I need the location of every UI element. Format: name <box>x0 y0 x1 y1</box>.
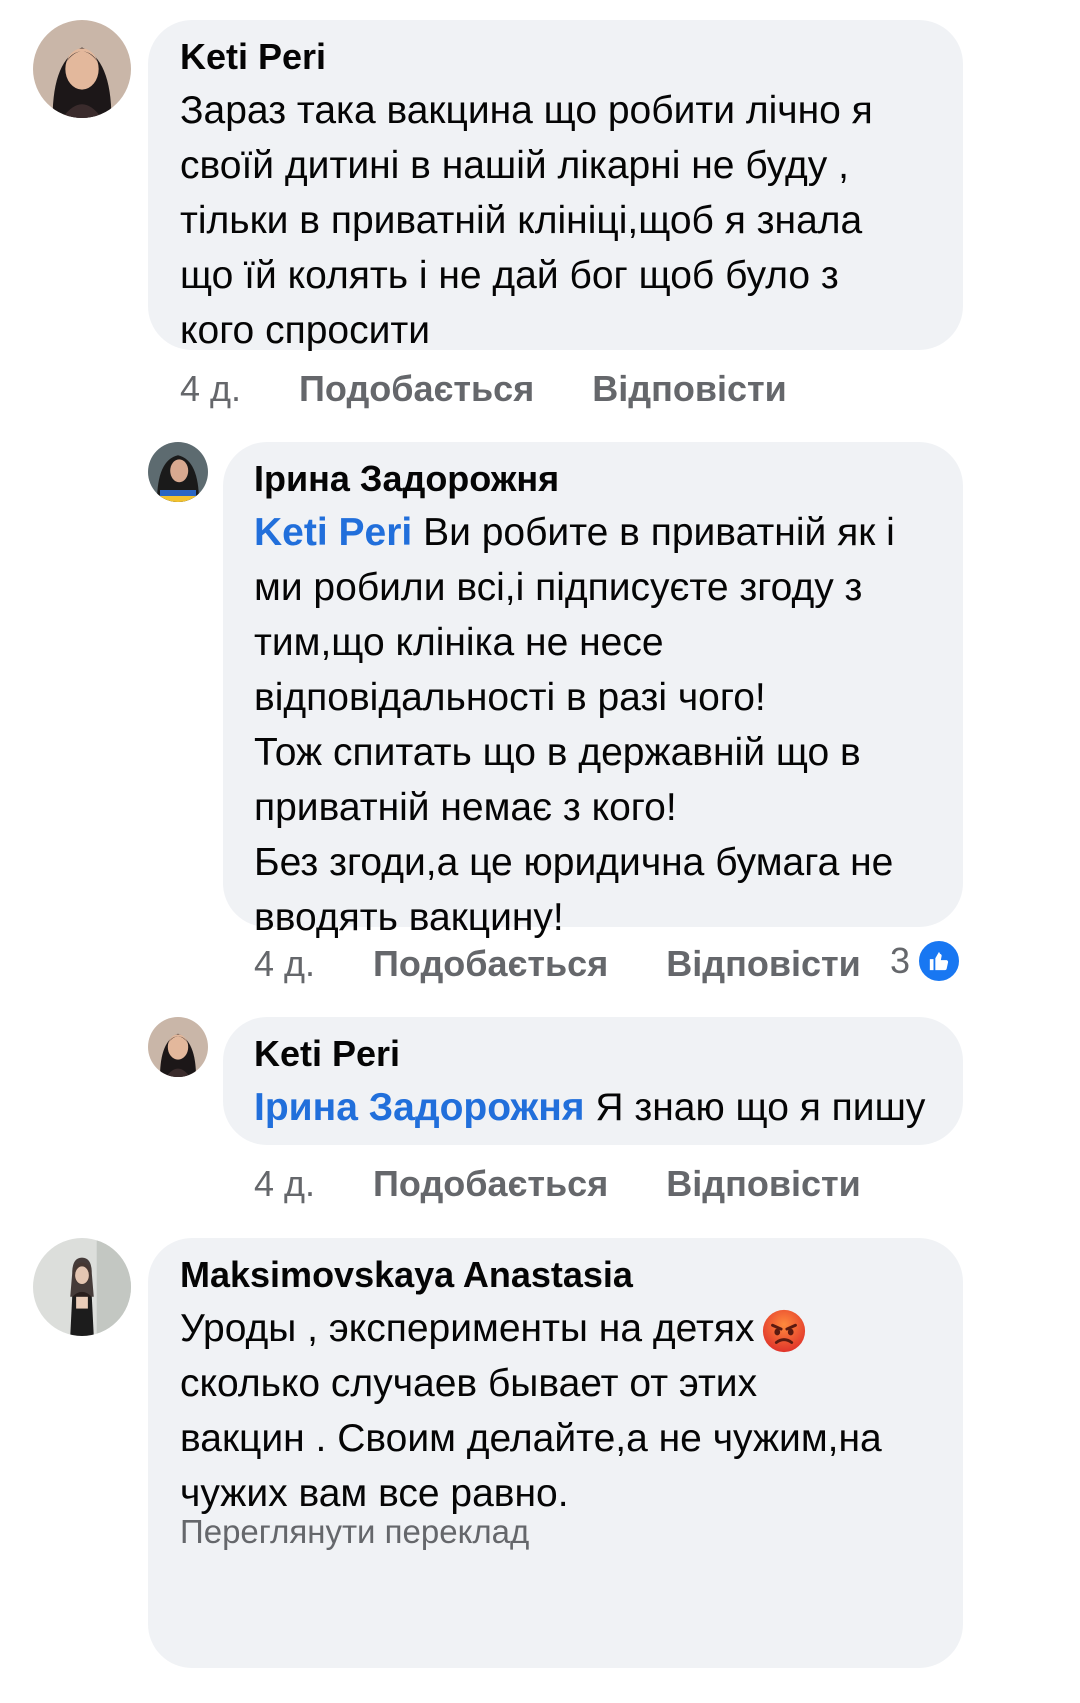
comment-line: відповідальності в разі чого! <box>254 676 766 719</box>
angry-face-emoji <box>762 1309 805 1352</box>
mention-link[interactable]: Ірина Задорожня <box>254 1086 585 1129</box>
reply-button[interactable]: Відповісти <box>592 368 787 409</box>
comment-line-text: Ви робите в приватній як і <box>412 511 895 554</box>
like-button[interactable]: Подобається <box>373 1163 608 1204</box>
comment-line: кого спросити <box>180 309 431 352</box>
comment-actions: 4 д. Подобається Відповісти <box>180 367 787 411</box>
comment-line: своїй дитині в нашій лікарні не буду , <box>180 144 849 187</box>
see-translation-link[interactable]: Переглянути переклад <box>180 1512 529 1552</box>
comment-line: сколько случаев бывает от этих <box>180 1362 758 1405</box>
comment-line: Зараз така вакцина що робити лічно я <box>180 89 873 132</box>
reaction-summary[interactable]: 3 <box>890 938 963 984</box>
comment-author[interactable]: Maksimovskaya Anastasia <box>180 1253 633 1297</box>
comment-line: тільки в приватній клініці,щоб я знала <box>180 199 863 242</box>
comment-text: Keti Peri Ви робите в приватній як і ми … <box>254 505 895 945</box>
like-button[interactable]: Подобається <box>299 368 534 409</box>
comment-time[interactable]: 4 д. <box>180 368 241 409</box>
comment-line-text: Я знаю що я пишу <box>584 1086 926 1129</box>
avatar-keti-peri[interactable] <box>33 20 131 118</box>
comment-text: Ірина Задорожня Я знаю що я пишу <box>254 1080 934 1135</box>
comment-line: Ірина Задорожня Я знаю що я пишу <box>254 1080 934 1135</box>
comment-line: Без згоди,а це юридична бумага не <box>254 841 894 884</box>
comment-author[interactable]: Ірина Задорожня <box>254 457 559 501</box>
comment-line: приватній немає з кого! <box>254 786 677 829</box>
comment-line: Keti Peri Ви робите в приватній як і <box>254 505 895 560</box>
comment-line: вводять вакцину! <box>254 896 564 939</box>
comment-line: тим,що клініка не несе <box>254 621 664 664</box>
comment-line: ми робили всі,і підписуєте згоду з <box>254 566 863 609</box>
like-button[interactable]: Подобається <box>373 943 608 984</box>
comment-line: вакцин . Своим делайте,а не чужим,на <box>180 1417 882 1460</box>
avatar-keti-peri[interactable] <box>148 1017 208 1077</box>
avatar-maksimovskaya-anastasia[interactable] <box>33 1238 131 1336</box>
comment-line: Тож спитать що в державній що в <box>254 731 861 774</box>
comment-actions: 4 д. Подобається Відповісти <box>254 1162 861 1206</box>
comment-time[interactable]: 4 д. <box>254 943 315 984</box>
thumbs-up-icon <box>916 938 963 984</box>
reply-button[interactable]: Відповісти <box>666 943 861 984</box>
mention-link[interactable]: Keti Peri <box>254 511 412 554</box>
comment-line: Уроды , эксперименты на детях <box>180 1301 882 1356</box>
reply-button[interactable]: Відповісти <box>666 1163 861 1204</box>
comment-line-text: Уроды , эксперименты на детях <box>180 1307 755 1350</box>
comment-text: Зараз така вакцина що робити лічно я сво… <box>180 83 873 358</box>
comment-text: Уроды , эксперименты на детях сколько сл… <box>180 1301 882 1521</box>
avatar-iryna-zadorozhnia[interactable] <box>148 442 208 502</box>
comment-actions: 4 д. Подобається Відповісти <box>254 942 861 986</box>
comment-time[interactable]: 4 д. <box>254 1163 315 1204</box>
comment-author[interactable]: Keti Peri <box>180 35 326 79</box>
comment-author[interactable]: Keti Peri <box>254 1032 400 1076</box>
comment-line: що їй колять і не дай бог щоб було з <box>180 254 839 297</box>
reaction-count: 3 <box>890 940 911 981</box>
